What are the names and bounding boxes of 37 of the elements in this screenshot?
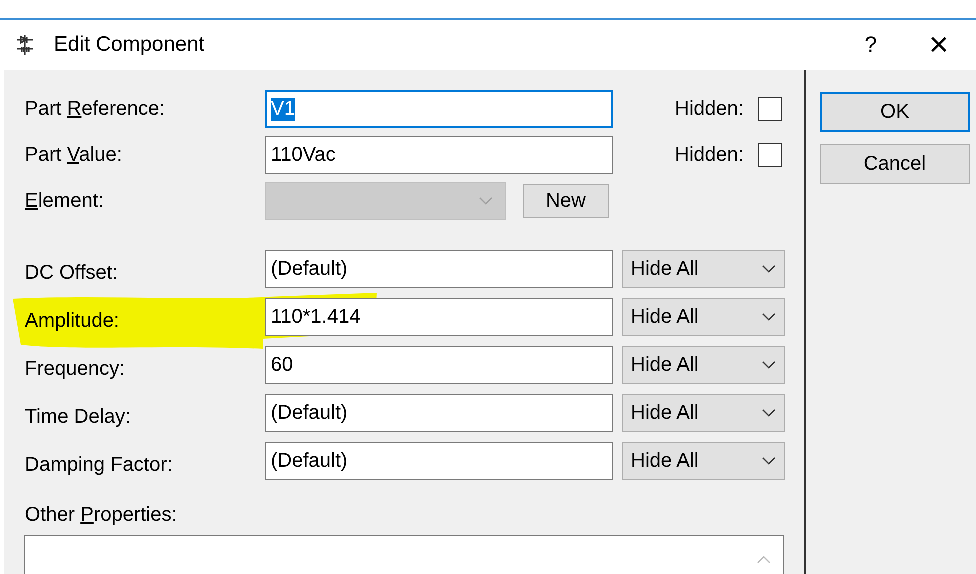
text-field[interactable]: (Default): [265, 442, 613, 480]
text-field[interactable]: 60: [265, 346, 613, 384]
text-field[interactable]: 110*1.414: [265, 298, 613, 336]
chevron-down-icon: [762, 265, 776, 273]
hidden-label: Hidden:: [675, 144, 744, 166]
text-field[interactable]: (Default): [265, 250, 613, 288]
chevron-down-icon: [762, 361, 776, 369]
visibility-dropdown[interactable]: Hide All: [622, 250, 785, 288]
help-button[interactable]: ?: [846, 32, 896, 58]
visibility-dropdown[interactable]: Hide All: [622, 394, 785, 432]
chevron-down-icon: [479, 197, 493, 205]
field-label: Part Reference:: [25, 98, 166, 120]
chevron-down-icon: [762, 313, 776, 321]
field-label: Element:: [25, 190, 105, 212]
hidden-label: Hidden:: [675, 98, 744, 120]
field-label: Part Value:: [25, 144, 124, 166]
field-label: DC Offset:: [25, 262, 119, 284]
field-label: Other Properties:: [25, 504, 178, 527]
hidden-checkbox[interactable]: [758, 143, 782, 167]
field-label: Frequency:: [25, 358, 126, 380]
window-title: Edit Component: [54, 33, 205, 57]
text-field[interactable]: (Default): [265, 394, 613, 432]
text-field[interactable]: 110Vac: [265, 136, 613, 174]
dialog-button[interactable]: OK: [820, 92, 970, 132]
field-label: Time Delay:: [25, 406, 132, 428]
visibility-dropdown[interactable]: Hide All: [622, 346, 785, 384]
text-field[interactable]: V1: [265, 90, 613, 128]
chevron-down-icon: [762, 409, 776, 417]
close-button[interactable]: ×: [914, 26, 964, 64]
chevron-down-icon: [762, 457, 776, 465]
visibility-dropdown[interactable]: Hide All: [622, 442, 785, 480]
component-icon: [14, 34, 36, 56]
hidden-checkbox[interactable]: [758, 97, 782, 121]
dialog-button[interactable]: Cancel: [820, 144, 970, 184]
visibility-dropdown[interactable]: Hide All: [622, 298, 785, 336]
field-label: Damping Factor:: [25, 454, 174, 476]
field-label: Amplitude:: [25, 310, 120, 332]
